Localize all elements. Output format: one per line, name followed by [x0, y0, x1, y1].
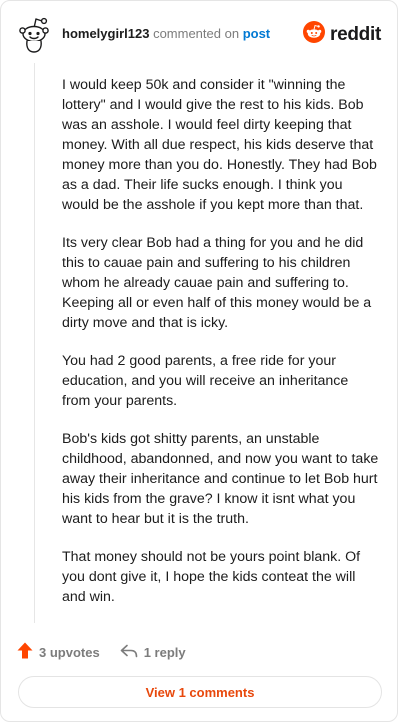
- upvote-count: 3 upvotes: [39, 644, 100, 660]
- comment-actions: 3 upvotes 1 reply: [17, 641, 186, 663]
- comment-paragraph: Its very clear Bob had a thing for you a…: [62, 235, 372, 331]
- action-text: commented on: [153, 26, 240, 41]
- post-link[interactable]: post: [243, 26, 270, 41]
- comment-paragraph: That money should not be yours point bla…: [62, 549, 361, 605]
- upvote-arrow-icon: [17, 642, 33, 662]
- username-link[interactable]: homelygirl123: [62, 26, 149, 41]
- reddit-wordmark: reddit: [330, 23, 381, 45]
- comment-meta: homelygirl123 commented on post: [62, 25, 270, 43]
- reddit-snoo-avatar-icon[interactable]: [17, 15, 51, 53]
- reply-count: 1 reply: [143, 644, 186, 660]
- reddit-brand[interactable]: reddit: [303, 21, 381, 48]
- comment-paragraph: I would keep 50k and consider it "winnin…: [62, 77, 377, 213]
- comment-body: I would keep 50k and consider it "winnin…: [62, 75, 380, 625]
- thread-line[interactable]: [34, 63, 35, 623]
- view-comments-button[interactable]: View 1 comments: [18, 676, 382, 708]
- upvote-button[interactable]: 3 upvotes: [17, 642, 100, 662]
- comment-paragraph: You had 2 good parents, a free ride for …: [62, 353, 349, 409]
- reply-arrow-icon: [120, 644, 138, 661]
- comment-card: homelygirl123 commented on post reddit I…: [0, 0, 398, 722]
- reddit-logo-icon: [303, 21, 326, 48]
- reply-button[interactable]: 1 reply: [120, 644, 186, 661]
- comment-header: homelygirl123 commented on post reddit: [1, 1, 397, 67]
- comment-paragraph: Bob's kids got shitty parents, an unstab…: [62, 431, 379, 527]
